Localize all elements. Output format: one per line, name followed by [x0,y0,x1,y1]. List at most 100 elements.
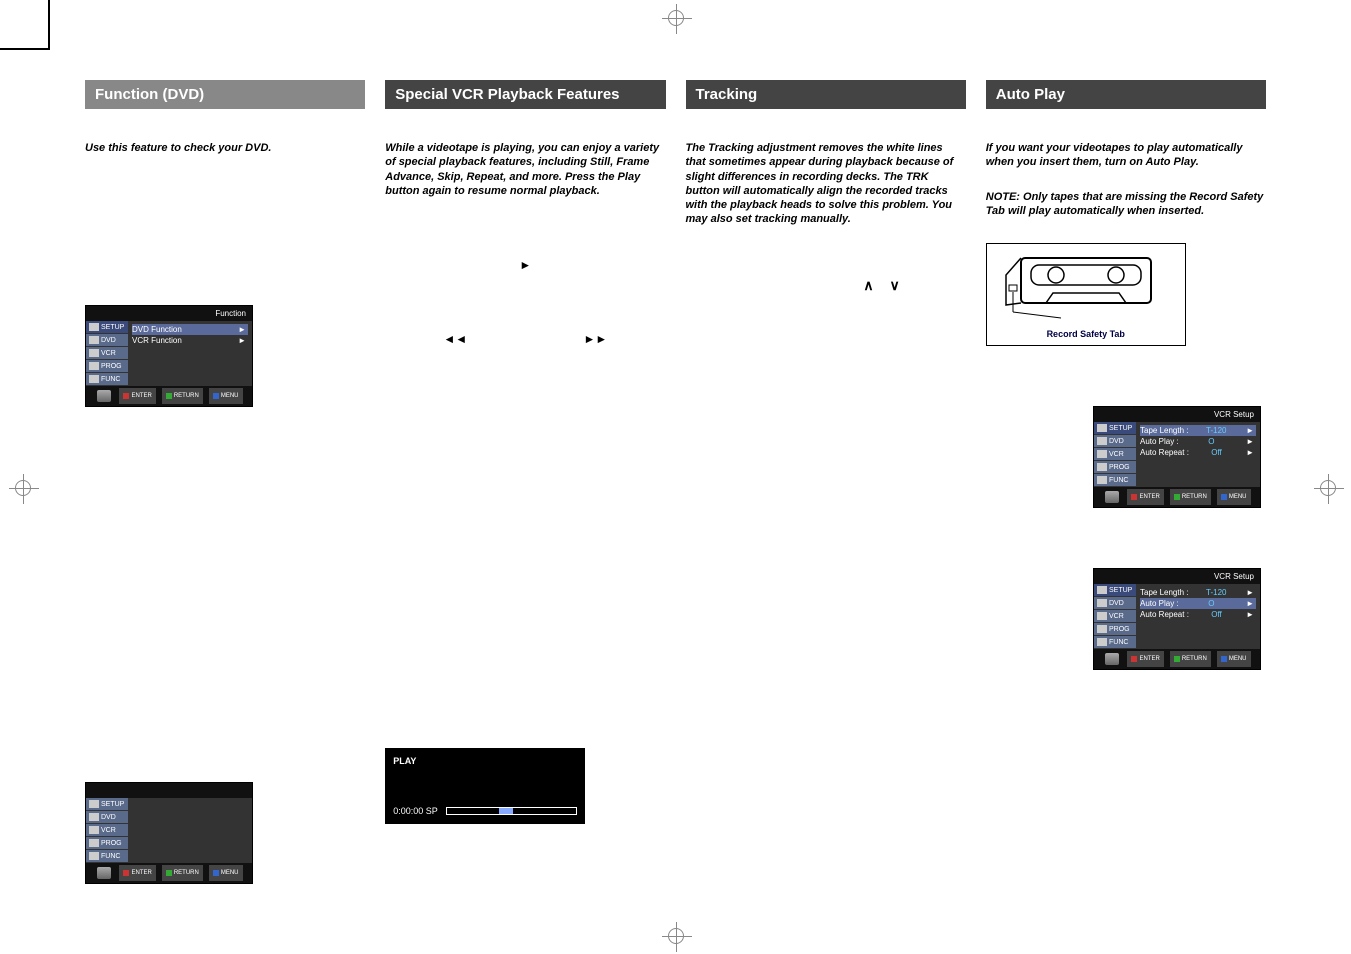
osd-tab-prog: PROG [86,837,128,850]
osd-tab-dvd: DVD [86,334,128,347]
registration-mark-icon [668,10,684,26]
section-header: Special VCR Playback Features [385,80,665,109]
intro-text: The Tracking adjustment removes the whit… [686,141,966,227]
osd-enter-hint: ENTER [1127,651,1163,667]
remote-icon [97,867,111,879]
osd-tab-func: FUNC [1094,474,1136,487]
intro-text: While a videotape is playing, you can en… [385,141,665,198]
progress-bar [446,807,577,815]
tape-icon [1097,612,1107,620]
remote-icon [97,390,111,402]
play-icon [385,258,665,272]
osd-row: VCR Function► [132,335,248,346]
right-arrow-icon: ► [1244,588,1256,597]
osd-tab-dvd: DVD [1094,435,1136,448]
osd-footer: ENTER RETURN MENU [86,386,252,406]
page-body: Function (DVD) Use this feature to check… [85,80,1266,904]
remote-icon [1105,491,1119,503]
intro-text: If you want your videotapes to play auto… [986,141,1266,170]
tape-icon [89,826,99,834]
tape-icon [89,349,99,357]
osd-tab-setup: SETUP [1094,584,1136,597]
osd-menu-hint: MENU [209,865,243,881]
right-arrow-icon: ► [236,336,248,345]
gear-icon [1097,424,1107,432]
gear-icon [89,323,99,331]
osd-footer: ENTER RETURN MENU [86,863,252,883]
up-icon [863,277,879,293]
osd-menu-hint: MENU [209,388,243,404]
osd-tab-dvd: DVD [1094,597,1136,610]
clock-icon [1097,625,1107,633]
section-header: Tracking [686,80,966,109]
gear-icon [1097,586,1107,594]
crop-mark [0,48,50,50]
note-text: NOTE: Only tapes that are missing the Re… [986,190,1266,219]
osd-menu-hint: MENU [1217,651,1251,667]
sliders-icon [1097,476,1107,484]
osd-enter-hint: ENTER [1127,489,1163,505]
osd-return-hint: RETURN [162,388,203,404]
osd-title: VCR Setup [1094,569,1260,584]
gear-icon [89,800,99,808]
registration-mark-icon [15,480,31,496]
down-icon [890,277,906,293]
fast-forward-icon [584,332,608,346]
registration-mark-icon [1320,480,1336,496]
osd-row: DVD Function► [132,324,248,335]
section-header: Function (DVD) [85,80,365,109]
section-header: Auto Play [986,80,1266,109]
osd-return-hint: RETURN [1170,651,1211,667]
right-arrow-icon: ► [1244,448,1256,457]
disc-icon [89,336,99,344]
osd-row: Tape Length :T-120► [1140,425,1256,436]
cassette-caption: Record Safety Tab [993,329,1179,339]
osd-blank-menu: SETUP DVD VCR PROG FUNC ENTER RETURN MEN… [85,782,253,884]
osd-row: Auto Repeat :Off► [1140,447,1256,458]
osd-function-menu: Function SETUP DVD VCR PROG FUNC DVD Fun… [85,305,253,407]
progress-position-icon [499,808,513,814]
osd-footer: ENTER RETURN MENU [1094,649,1260,669]
osd-tab-prog: PROG [86,360,128,373]
osd-menu-hint: MENU [1217,489,1251,505]
rewind-icon [443,332,467,346]
osd-tab-prog: PROG [1094,623,1136,636]
remote-icon [1105,653,1119,665]
osd-tab-func: FUNC [86,373,128,386]
osd-title: Function [86,306,252,321]
osd-tab-setup: SETUP [86,798,128,811]
osd-tab-vcr: VCR [1094,448,1136,461]
cassette-icon [1001,250,1171,320]
sliders-icon [89,852,99,860]
right-arrow-icon: ► [1244,426,1256,435]
right-arrow-icon: ► [1244,437,1256,446]
registration-mark-icon [668,928,684,944]
osd-tab-func: FUNC [86,850,128,863]
osd-enter-hint: ENTER [119,865,155,881]
osd-row: Auto Play :O► [1140,436,1256,447]
cassette-diagram: Record Safety Tab [986,243,1186,346]
osd-tab-prog: PROG [1094,461,1136,474]
osd-row: Tape Length :T-120► [1140,587,1256,598]
osd-footer: ENTER RETURN MENU [1094,487,1260,507]
clock-icon [89,839,99,847]
osd-vcr-setup-2: VCR Setup SETUP DVD VCR PROG FUNC Tape L… [1093,568,1261,670]
osd-tab-dvd: DVD [86,811,128,824]
clock-icon [89,362,99,370]
osd-tab-setup: SETUP [86,321,128,334]
column-tracking: Tracking The Tracking adjustment removes… [686,80,966,904]
play-time: 0:00:00 SP [393,806,438,816]
right-arrow-icon: ► [1244,599,1256,608]
disc-icon [1097,437,1107,445]
osd-row: Auto Repeat :Off► [1140,609,1256,620]
column-function-dvd: Function (DVD) Use this feature to check… [85,80,365,904]
clock-icon [1097,463,1107,471]
play-label: PLAY [393,756,577,766]
sliders-icon [1097,638,1107,646]
column-special-vcr: Special VCR Playback Features While a vi… [385,80,665,904]
disc-icon [89,813,99,821]
crop-mark [48,0,50,50]
osd-tab-setup: SETUP [1094,422,1136,435]
osd-tab-func: FUNC [1094,636,1136,649]
osd-play-indicator: PLAY 0:00:00 SP [385,748,585,824]
